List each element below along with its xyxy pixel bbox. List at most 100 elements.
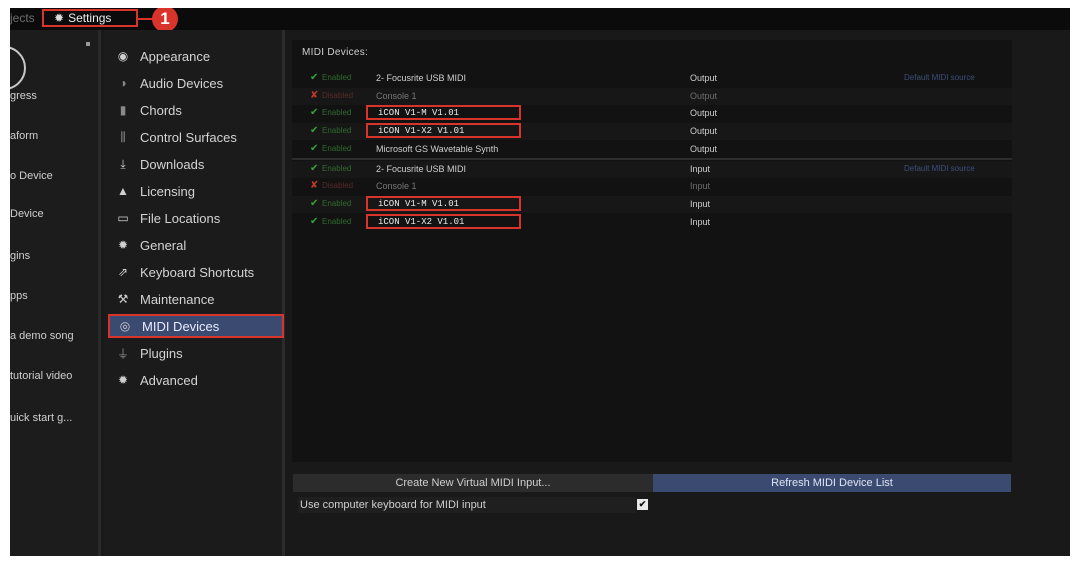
sidebar-item[interactable]: pps (10, 290, 28, 302)
device-state: Enabled (322, 126, 352, 136)
nav-item-file-locations[interactable]: ▭ File Locations (108, 206, 284, 230)
check-icon[interactable]: ✔ (310, 72, 318, 83)
nav-item-label: Advanced (140, 372, 198, 388)
midi-device-row[interactable]: ✔ Enabled 2- Focusrite USB MIDI Output Defau… (292, 70, 1012, 87)
nav-item-label: File Locations (140, 210, 221, 226)
midi-devices-panel: MIDI Devices: ✔ Enabled 2- Focusrite USB M… (292, 40, 1012, 462)
sidebar-item[interactable]: uick start g... (10, 412, 72, 424)
check-icon[interactable]: ✔ (310, 143, 318, 154)
nav-item-licensing[interactable]: ▲ Licensing (108, 179, 284, 203)
device-state: Disabled (322, 90, 354, 100)
device-direction: Output (690, 73, 718, 83)
default-midi-source-button[interactable]: Default MIDI source (904, 164, 975, 173)
avatar[interactable] (10, 46, 26, 90)
plug-icon: ⏚ (116, 346, 129, 361)
tab-projects[interactable]: jects (10, 11, 35, 25)
cross-icon[interactable]: ✘ (310, 90, 318, 101)
nav-item-midi-devices[interactable]: ◎ MIDI Devices (108, 314, 284, 338)
piano-icon: ▮ (119, 103, 127, 117)
sidebar-item[interactable]: a demo song (10, 330, 74, 342)
nav-item-label: Maintenance (140, 291, 215, 307)
gear-advanced-icon: ✹ (117, 373, 129, 387)
refresh-midi-list-button[interactable]: Refresh MIDI Device List (653, 474, 1011, 492)
sidebar-item[interactable]: tutorial video (10, 370, 72, 382)
nav-item-label: Downloads (140, 156, 205, 172)
nav-item-label: Control Surfaces (140, 129, 237, 145)
device-direction: Output (690, 126, 718, 137)
midi-device-row[interactable]: ✔ Enabled iCON V1-M V1.01 Output (292, 105, 1012, 122)
device-state: Enabled (322, 73, 352, 82)
sidebar-item[interactable]: gress (10, 90, 37, 102)
device-direction: Output (690, 108, 718, 119)
speaker-icon: ◑ (119, 76, 127, 90)
sidebar-item[interactable]: gins (10, 250, 30, 262)
sidebar-item[interactable]: o Device (10, 170, 53, 182)
device-direction: Input (690, 163, 711, 174)
check-icon[interactable]: ✔ (310, 198, 318, 209)
panel-title: MIDI Devices: (302, 47, 369, 58)
midi-device-row[interactable]: ✔ Enabled iCON V1-M V1.01 Input (292, 195, 1012, 213)
device-direction: Output (690, 143, 718, 154)
midi-device-row[interactable]: ✘ Disabled Console 1 Output (292, 87, 1012, 105)
device-state: Enabled (322, 108, 352, 118)
default-midi-source-button[interactable]: Default MIDI source (904, 73, 975, 82)
device-name: iCON V1-M V1.01 (366, 195, 521, 211)
device-direction: Input (690, 216, 711, 227)
sidebar-item[interactable]: aform (10, 130, 38, 142)
nav-item-advanced[interactable]: ✹ Advanced (108, 368, 284, 392)
device-name: iCON V1-X2 V1.01 (366, 123, 521, 139)
sidebar-dot-icon (86, 42, 90, 46)
nav-item-label: Keyboard Shortcuts (140, 264, 255, 280)
check-icon[interactable]: ✔ (310, 163, 318, 174)
midi-device-row[interactable]: ✔ Enabled iCON V1-X2 V1.01 Output (292, 123, 1012, 141)
tab-settings[interactable]: ✹ Settings (42, 9, 138, 27)
gear-icon: ✹ (117, 238, 129, 252)
keyboard-midi-checkbox[interactable]: ✔ (637, 499, 648, 510)
midi-icon: ◎ (119, 319, 131, 333)
nav-item-label: Licensing (140, 183, 195, 199)
settings-nav: ◉ Appearance ◑ Audio Devices ▮ Chords ⫼ Control… (104, 30, 285, 556)
output-input-divider (292, 158, 1012, 160)
check-icon[interactable]: ✔ (310, 216, 318, 227)
nav-item-control-surfaces[interactable]: ⫼ Control Surfaces (108, 125, 284, 149)
device-direction: Input (690, 198, 711, 209)
sidebar-item[interactable]: Device (10, 208, 44, 220)
device-name: Console 1 (376, 90, 417, 101)
nav-item-maintenance[interactable]: ⚒ Maintenance (108, 287, 284, 311)
nav-item-plugins[interactable]: ⏚ Plugins (108, 341, 284, 365)
nav-item-downloads[interactable]: ⤓ Downloads (108, 152, 284, 176)
device-state: Disabled (322, 181, 354, 191)
nav-item-label: MIDI Devices (142, 318, 220, 334)
download-icon: ⤓ (120, 156, 126, 171)
midi-device-row[interactable]: ✘ Disabled Console 1 Input (292, 178, 1012, 195)
nav-item-label: Appearance (140, 48, 211, 64)
midi-device-row[interactable]: ✔ Enabled Microsoft GS Wavetable Synth Outp… (292, 141, 1012, 158)
sliders-icon: ⫼ (120, 129, 126, 144)
main-sidebar: gress aform o Device Device gins pps a demo so… (10, 30, 101, 556)
device-state: Enabled (322, 198, 352, 208)
create-virtual-midi-button[interactable]: Create New Virtual MIDI Input... (293, 474, 653, 492)
cross-icon[interactable]: ✘ (310, 180, 318, 191)
device-state: Enabled (322, 163, 352, 173)
device-name: iCON V1-M V1.01 (366, 105, 521, 121)
check-icon[interactable]: ✔ (310, 107, 318, 118)
nav-item-audio-devices[interactable]: ◑ Audio Devices (108, 71, 284, 95)
midi-device-row[interactable]: ✔ Enabled 2- Focusrite USB MIDI Input Defaul… (292, 160, 1012, 178)
nav-item-appearance[interactable]: ◉ Appearance (108, 44, 284, 68)
midi-device-row[interactable]: ✔ Enabled iCON V1-X2 V1.01 Input (292, 213, 1012, 231)
device-direction: Output (690, 90, 718, 101)
tab-settings-label: Settings (68, 11, 112, 25)
app-window: jects ✹ Settings 1 gress aform o Device Dev… (10, 8, 1070, 556)
nav-item-label: General (140, 237, 187, 253)
device-name: 2- Focusrite USB MIDI (376, 73, 467, 83)
eye-icon: ◉ (117, 49, 129, 63)
nav-item-keyboard-shortcuts[interactable]: ⇗ Keyboard Shortcuts (108, 260, 284, 284)
nav-item-general[interactable]: ✹ General (108, 233, 284, 257)
device-state: Enabled (322, 216, 352, 226)
check-icon[interactable]: ✔ (310, 125, 318, 136)
device-name: Microsoft GS Wavetable Synth (376, 143, 499, 154)
nav-item-label: Plugins (140, 345, 183, 361)
device-state: Enabled (322, 143, 352, 153)
nav-item-label: Chords (140, 102, 182, 118)
nav-item-chords[interactable]: ▮ Chords (108, 98, 284, 122)
